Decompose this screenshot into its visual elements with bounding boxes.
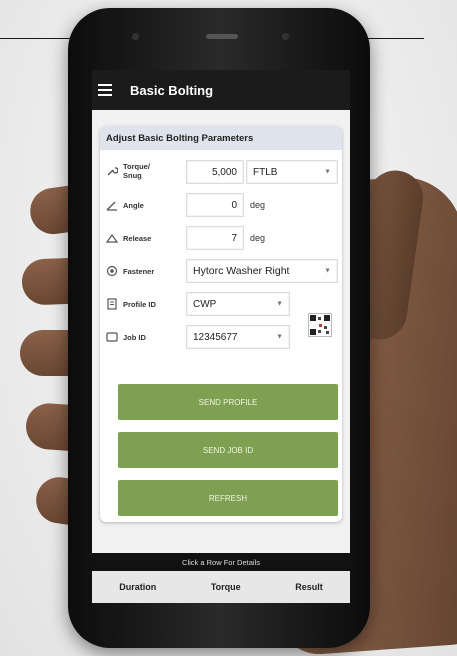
job-row: Job ID 12345677 ▼ <box>100 323 342 351</box>
wrench-icon <box>106 165 118 177</box>
torque-row: Torque/ Snug 5,000 FTLB ▼ <box>100 158 342 186</box>
profile-label: Profile ID <box>123 299 156 309</box>
job-select[interactable]: 12345677 ▼ <box>186 325 290 349</box>
sensor-icon <box>282 33 289 40</box>
torque-unit-value: FTLB <box>253 166 278 178</box>
release-icon <box>106 232 118 244</box>
chevron-down-icon: ▼ <box>324 267 331 275</box>
torque-input[interactable]: 5,000 <box>186 160 244 184</box>
fastener-select[interactable]: Hytorc Washer Right ▼ <box>186 259 338 283</box>
phone-screen: Basic Bolting Adjust Basic Bolting Param… <box>92 70 350 603</box>
parameters-card: Adjust Basic Bolting Parameters Torque/ … <box>100 126 342 522</box>
profile-label-group: Profile ID <box>106 298 156 310</box>
torque-label-line1: Torque/ <box>123 162 150 171</box>
app-title: Basic Bolting <box>130 82 214 98</box>
release-label-group: Release <box>106 232 151 244</box>
fastener-value: Hytorc Washer Right <box>193 265 290 277</box>
details-hint-bar: Click a Row For Details <box>92 553 350 571</box>
job-label: Job ID <box>123 332 146 342</box>
release-label: Release <box>123 233 152 243</box>
torque-label: Torque/ Snug <box>123 162 150 180</box>
fastener-row: Fastener Hytorc Washer Right ▼ <box>100 257 342 285</box>
release-input[interactable]: 7 <box>186 226 244 250</box>
angle-label-group: Angle <box>106 199 144 211</box>
release-row: Release 7 deg <box>100 224 342 252</box>
angle-label: Angle <box>123 200 144 210</box>
send-profile-button[interactable]: SEND PROFILE <box>118 384 338 420</box>
tab-torque[interactable]: Torque <box>211 582 241 592</box>
profile-icon <box>106 298 118 310</box>
profile-select[interactable]: CWP ▼ <box>186 292 290 316</box>
angle-input[interactable]: 0 <box>186 193 244 217</box>
job-value: 12345677 <box>193 331 238 343</box>
profile-row: Profile ID CWP ▼ <box>100 290 342 318</box>
torque-label-line2: Snug <box>123 171 142 180</box>
speaker-grille <box>206 34 238 39</box>
torque-unit-select[interactable]: FTLB ▼ <box>246 160 338 184</box>
tab-result[interactable]: Result <box>295 582 323 592</box>
app-bar: Basic Bolting <box>92 70 350 110</box>
release-unit: deg <box>250 233 266 243</box>
fastener-icon <box>106 265 118 277</box>
fastener-label-group: Fastener <box>106 265 154 277</box>
fastener-label: Fastener <box>123 266 155 276</box>
angle-unit: deg <box>250 200 266 210</box>
job-icon <box>106 331 118 343</box>
job-label-group: Job ID <box>106 331 146 343</box>
chevron-down-icon: ▼ <box>276 333 283 341</box>
card-heading: Adjust Basic Bolting Parameters <box>100 126 342 150</box>
hamburger-icon[interactable] <box>98 84 112 96</box>
send-job-id-button[interactable]: SEND JOB ID <box>118 432 338 468</box>
results-header: Duration Torque Result <box>92 571 350 603</box>
photo-stage: Basic Bolting Adjust Basic Bolting Param… <box>0 0 457 656</box>
profile-value: CWP <box>193 298 217 310</box>
torque-label-group: Torque/ Snug <box>106 162 150 180</box>
tab-duration[interactable]: Duration <box>119 582 156 592</box>
angle-icon <box>106 199 118 211</box>
refresh-button[interactable]: REFRESH <box>118 480 338 516</box>
angle-row: Angle 0 deg <box>100 191 342 219</box>
chevron-down-icon: ▼ <box>324 168 331 176</box>
qr-code-icon[interactable] <box>308 313 332 337</box>
camera-icon <box>132 33 139 40</box>
chevron-down-icon: ▼ <box>276 300 283 308</box>
